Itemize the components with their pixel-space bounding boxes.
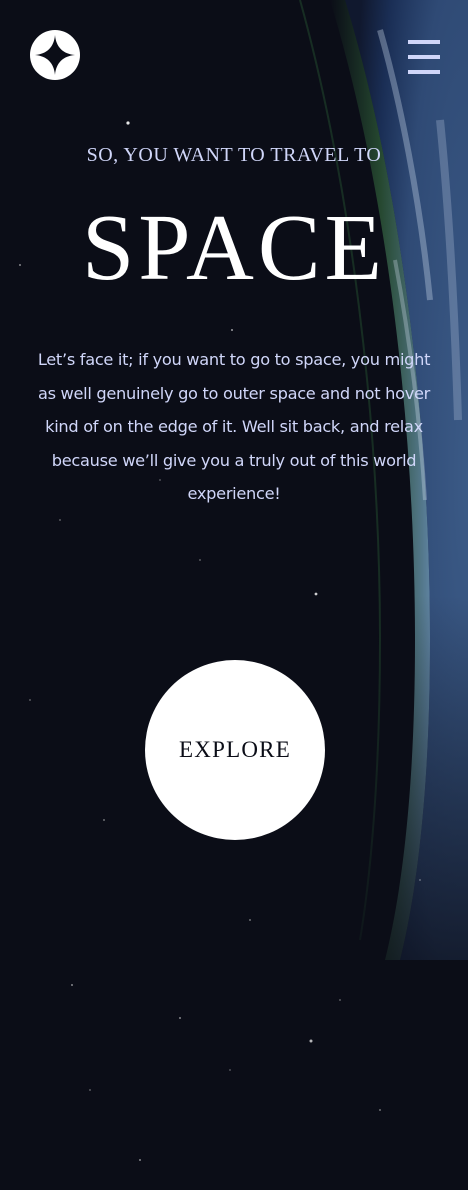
site-header <box>0 0 468 110</box>
menu-bar <box>408 55 440 59</box>
hero-kicker: SO, YOU WANT TO TRAVEL TO <box>86 144 382 166</box>
page-title: SPACE <box>82 196 386 300</box>
four-point-star-icon <box>35 35 75 75</box>
hero-description: Let’s face it; if you want to go to spac… <box>37 350 431 504</box>
space-background <box>0 0 468 1190</box>
menu-bar <box>408 70 440 74</box>
explore-button[interactable]: EXPLORE <box>145 660 325 840</box>
logo[interactable] <box>30 30 80 80</box>
hamburger-menu-icon[interactable] <box>408 40 440 74</box>
menu-bar <box>408 40 440 44</box>
